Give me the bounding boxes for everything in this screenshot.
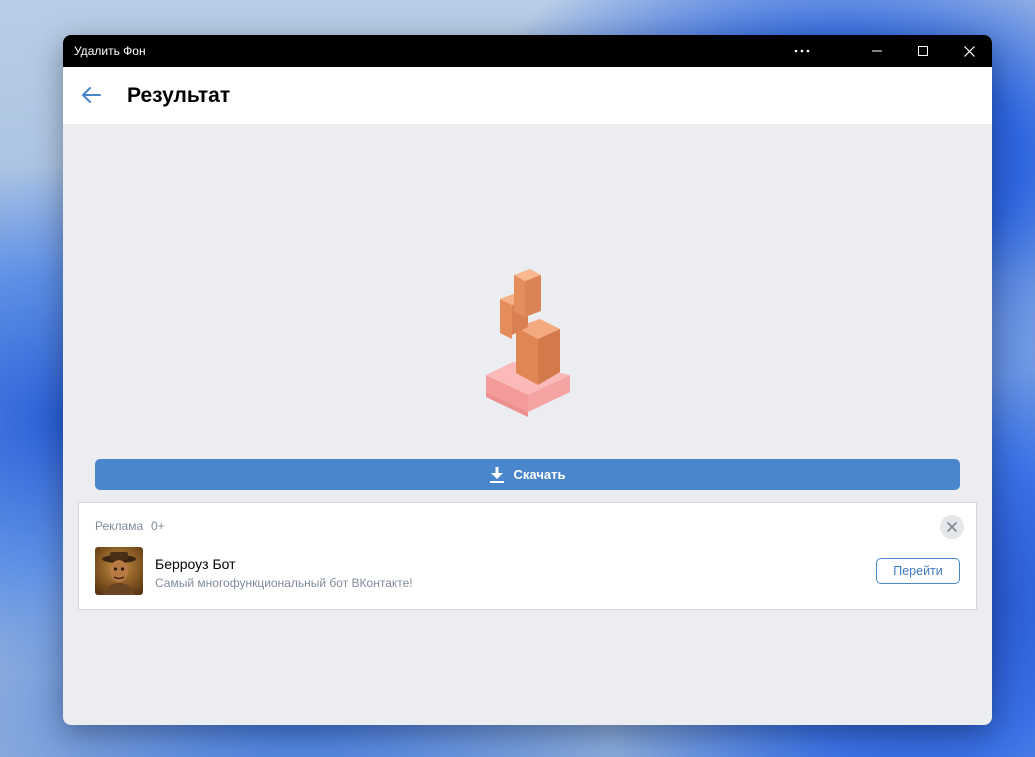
minimize-icon	[872, 50, 882, 52]
ad-title[interactable]: Берроуз Бот	[155, 556, 236, 572]
back-button[interactable]	[77, 83, 105, 107]
ad-close-button[interactable]	[940, 515, 964, 539]
ad-label: Реклама	[95, 519, 144, 533]
titlebar: Удалить Фон	[63, 35, 992, 67]
page-title: Результат	[127, 84, 231, 107]
ad-go-button[interactable]: Перейти	[876, 558, 960, 584]
window-title: Удалить Фон	[74, 44, 146, 58]
ad-description: Самый многофункциональный бот ВКонтакте!	[155, 576, 413, 590]
close-icon	[963, 45, 975, 57]
ad-card: Реклама 0+ Берроуз Бот Самый многофункци…	[78, 502, 977, 610]
download-icon	[489, 466, 504, 483]
ad-age-rating: 0+	[151, 519, 165, 533]
maximize-icon	[918, 46, 928, 56]
page-header: Результат	[63, 67, 992, 124]
minimize-button[interactable]	[854, 35, 900, 67]
result-image	[478, 267, 588, 417]
maximize-button[interactable]	[900, 35, 946, 67]
download-button[interactable]: Скачать	[95, 459, 960, 490]
more-horizontal-icon	[794, 49, 810, 53]
ad-avatar[interactable]	[95, 547, 143, 595]
close-button[interactable]	[946, 35, 992, 67]
app-window: Удалить Фон Результат Скачать Реклама 0+…	[63, 35, 992, 725]
download-label: Скачать	[513, 467, 566, 482]
more-button[interactable]	[779, 35, 825, 67]
arrow-left-icon	[82, 87, 101, 103]
close-icon	[947, 522, 957, 532]
